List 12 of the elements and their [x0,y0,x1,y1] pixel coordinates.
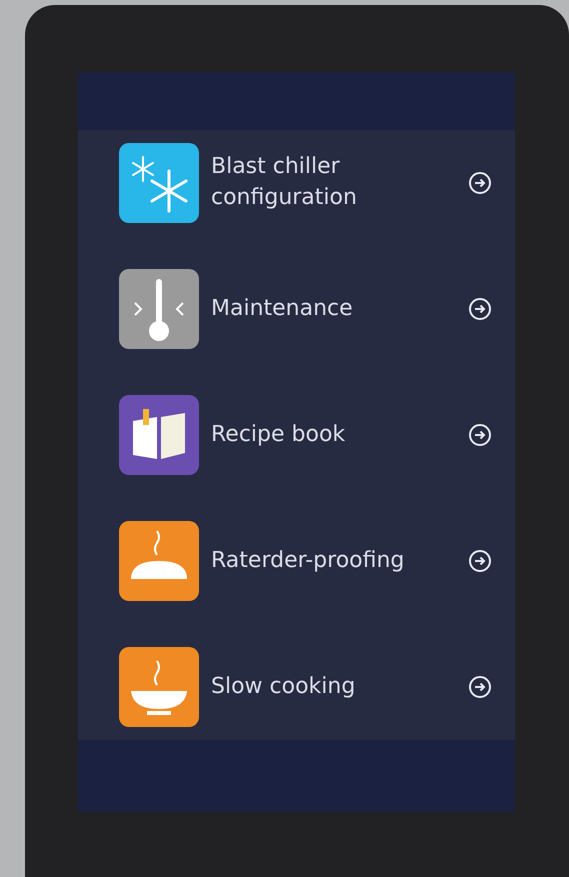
menu-item-label[interactable]: Blast chiller configuration [211,152,468,214]
menu-item-label[interactable]: Slow cooking [211,672,468,702]
menu-item-label[interactable]: Maintenance [211,294,468,324]
arrow-circle-icon[interactable] [468,297,492,321]
arrow-circle-icon[interactable] [468,675,492,699]
menu-item-label[interactable]: Recipe book [211,420,468,450]
arrow-circle-icon[interactable] [468,171,492,195]
arrow-circle-icon[interactable] [468,423,492,447]
thermometer-icon[interactable] [119,269,199,349]
menu-item-label[interactable]: Raterder-proofing [211,546,468,576]
arrow-circle-icon[interactable] [468,549,492,573]
book-icon[interactable] [119,395,199,475]
